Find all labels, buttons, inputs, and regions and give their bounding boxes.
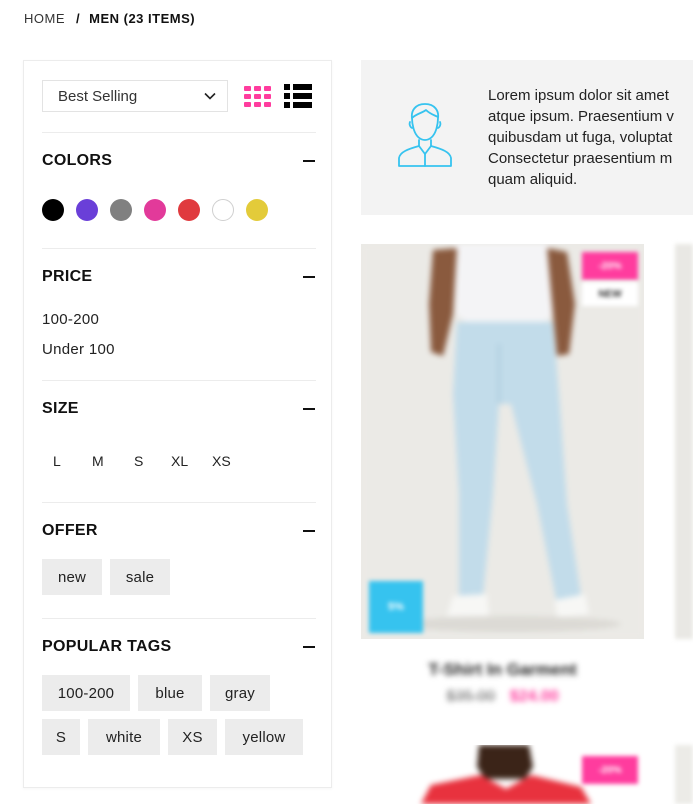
customer-user-icon [398, 103, 452, 167]
banner-text-line: quam aliquid. [488, 171, 578, 188]
popular-tag[interactable]: blue [138, 675, 202, 711]
new-badge: NEW [582, 282, 638, 306]
banner-text-line: atque ipsum. Praesentium v [488, 108, 674, 125]
breadcrumb-current: MEN (23 ITEMS) [89, 11, 196, 26]
banner-text: Lorem ipsum dolor sit amet atque ipsum. … [488, 85, 693, 190]
filter-sidebar: Best Selling COLORS PRICE 100-200 Under … [23, 60, 332, 788]
divider [42, 502, 316, 503]
divider [42, 380, 316, 381]
collapse-colors-icon[interactable] [303, 160, 315, 162]
collapse-size-icon[interactable] [303, 408, 315, 410]
offer-tag[interactable]: new [42, 559, 102, 595]
color-swatch-purple[interactable] [76, 199, 98, 221]
offer-tag[interactable]: sale [110, 559, 170, 595]
size-option[interactable]: XL [171, 453, 188, 469]
price-option[interactable]: Under 100 [42, 341, 115, 358]
divider [42, 132, 316, 133]
banner-text-line: Consectetur praesentium m [488, 150, 673, 167]
size-option[interactable]: S [134, 453, 143, 469]
product-sale-price: $24.00 [509, 688, 559, 705]
color-swatch-yellow[interactable] [246, 199, 268, 221]
collapse-offer-icon[interactable] [303, 530, 315, 532]
divider [42, 618, 316, 619]
divider [42, 248, 316, 249]
color-swatch-pink[interactable] [144, 199, 166, 221]
banner-text-line: Lorem ipsum dolor sit amet [488, 87, 669, 104]
color-swatch-red[interactable] [178, 199, 200, 221]
popular-tags-section-title: POPULAR TAGS [42, 638, 172, 655]
sale-badge: -20% [582, 252, 638, 280]
grid-view-icon[interactable] [244, 86, 272, 107]
breadcrumb: HOME / MEN (23 ITEMS) [24, 11, 195, 26]
chevron-down-icon [204, 92, 216, 100]
product-card[interactable]: -20% [361, 745, 644, 804]
breadcrumb-home-link[interactable]: HOME [24, 11, 65, 26]
size-option[interactable]: L [53, 453, 61, 469]
product-price: $35.00 $24.00 [361, 688, 644, 706]
popular-tag[interactable]: XS [168, 719, 217, 755]
popular-tag[interactable]: 100-200 [42, 675, 130, 711]
offer-section-title: OFFER [42, 522, 98, 539]
price-option[interactable]: 100-200 [42, 311, 99, 328]
size-option[interactable]: M [92, 453, 104, 469]
breadcrumb-separator: / [76, 11, 81, 26]
collapse-price-icon[interactable] [303, 276, 315, 278]
discount-badge: 5% [369, 581, 423, 633]
sort-select-value: Best Selling [58, 88, 138, 105]
product-old-price: $35.00 [446, 688, 496, 705]
collapse-popular-tags-icon[interactable] [303, 646, 315, 648]
color-swatch-gray[interactable] [110, 199, 132, 221]
product-name[interactable]: T-Shirt In Garment [361, 660, 644, 680]
sort-toolbar: Best Selling [42, 80, 316, 112]
banner-text-line: quibusdam ut fuga, voluptat [488, 129, 673, 146]
color-swatch-black[interactable] [42, 199, 64, 221]
popular-tag[interactable]: white [88, 719, 160, 755]
list-view-icon[interactable] [284, 84, 312, 108]
popular-tag[interactable]: gray [210, 675, 270, 711]
product-card-partial[interactable] [675, 745, 693, 804]
sort-select[interactable]: Best Selling [42, 80, 228, 112]
popular-tag[interactable]: S [42, 719, 80, 755]
sale-badge: -20% [582, 756, 638, 784]
product-card-partial[interactable] [675, 244, 693, 639]
size-section-title: SIZE [42, 400, 79, 417]
colors-section-title: COLORS [42, 152, 113, 169]
info-banner: Lorem ipsum dolor sit amet atque ipsum. … [361, 60, 693, 215]
color-swatch-white[interactable] [212, 199, 234, 221]
product-card[interactable]: -20% NEW 5% [361, 244, 644, 639]
price-section-title: PRICE [42, 268, 93, 285]
size-option[interactable]: XS [212, 453, 231, 469]
popular-tag[interactable]: yellow [225, 719, 303, 755]
